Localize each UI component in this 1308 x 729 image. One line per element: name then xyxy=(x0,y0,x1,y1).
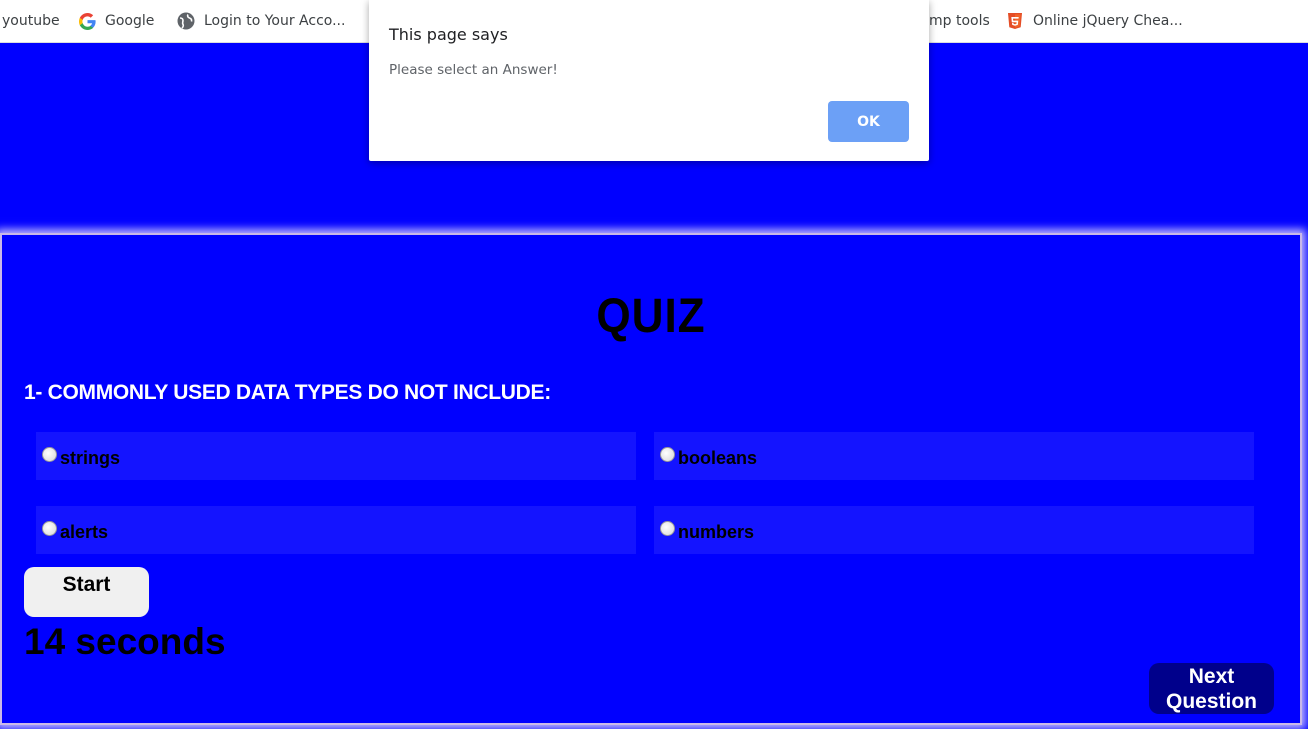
next-question-button[interactable]: Next Question xyxy=(1149,663,1274,714)
bookmark-tools[interactable]: mp tools xyxy=(929,0,990,42)
answer-label: booleans xyxy=(678,448,758,468)
answer-radio[interactable] xyxy=(660,446,675,462)
bookmark-login[interactable]: Login to Your Acco... xyxy=(177,0,345,42)
bookmark-youtube[interactable]: youtube xyxy=(2,0,60,42)
bookmark-label: Login to Your Acco... xyxy=(204,13,346,29)
quiz-panel: QUIZ 1- COMMONLY USED DATA TYPES DO NOT … xyxy=(0,233,1302,725)
next-button-line2: Question xyxy=(1165,689,1257,713)
globe-icon xyxy=(177,12,195,30)
bookmark-label: youtube xyxy=(2,13,60,29)
html5-icon xyxy=(1006,12,1024,30)
timer-text: 14 seconds xyxy=(24,621,226,662)
answer-option-booleans[interactable]: booleans xyxy=(654,432,1254,480)
bookmark-google[interactable]: Google xyxy=(78,0,154,42)
answer-radio[interactable] xyxy=(42,446,57,462)
ok-button[interactable]: OK xyxy=(828,101,909,142)
start-button[interactable]: Start xyxy=(24,567,149,617)
bookmark-jquery[interactable]: Online jQuery Chea... xyxy=(1006,0,1183,42)
answer-label: numbers xyxy=(678,522,755,542)
answer-option-numbers[interactable]: numbers xyxy=(654,506,1254,554)
bookmark-label: Online jQuery Chea... xyxy=(1033,13,1183,29)
dialog-message: Please select an Answer! xyxy=(389,62,558,78)
bookmark-label: mp tools xyxy=(929,13,990,29)
answer-label: alerts xyxy=(60,522,109,542)
dialog-title: This page says xyxy=(389,25,508,44)
bookmark-label: Google xyxy=(105,13,155,29)
alert-dialog: This page says Please select an Answer! … xyxy=(369,0,929,161)
answer-option-alerts[interactable]: alerts xyxy=(36,506,636,554)
quiz-title: QUIZ xyxy=(596,290,706,343)
answer-option-strings[interactable]: strings xyxy=(36,432,636,480)
answer-radio[interactable] xyxy=(660,520,675,536)
answer-radio[interactable] xyxy=(42,520,57,536)
answer-label: strings xyxy=(60,448,121,468)
question-text: 1- COMMONLY USED DATA TYPES DO NOT INCLU… xyxy=(24,381,551,404)
next-button-line1: Next xyxy=(1188,664,1235,688)
google-icon xyxy=(78,12,96,30)
